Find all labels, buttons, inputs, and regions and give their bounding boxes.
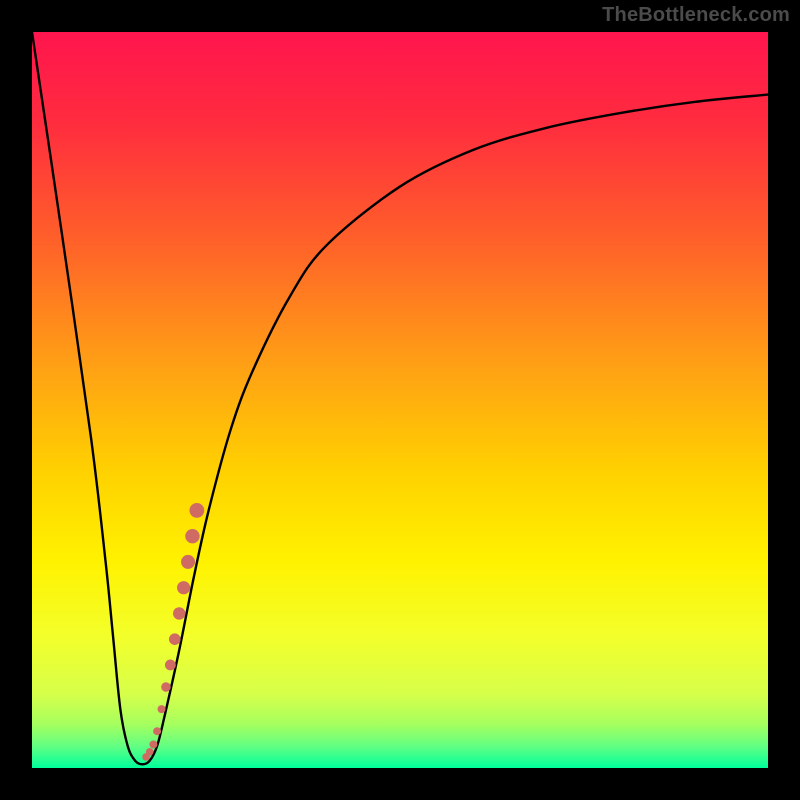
- highlight-dot: [165, 660, 176, 671]
- highlight-dot: [177, 581, 190, 594]
- highlight-dot: [189, 503, 204, 518]
- gradient-background: [32, 32, 768, 768]
- highlight-dot: [169, 633, 181, 645]
- highlight-dot: [161, 682, 171, 692]
- highlight-dot: [146, 748, 154, 756]
- plot-area: [32, 32, 768, 768]
- highlight-dot: [173, 607, 185, 619]
- chart-frame: TheBottleneck.com: [0, 0, 800, 800]
- highlight-dot: [185, 529, 199, 543]
- highlight-dot: [158, 705, 166, 713]
- highlight-dot: [181, 555, 195, 569]
- highlight-dot: [153, 727, 161, 735]
- watermark-text: TheBottleneck.com: [602, 4, 790, 27]
- highlight-dot: [149, 740, 157, 748]
- plot-svg: [32, 32, 768, 768]
